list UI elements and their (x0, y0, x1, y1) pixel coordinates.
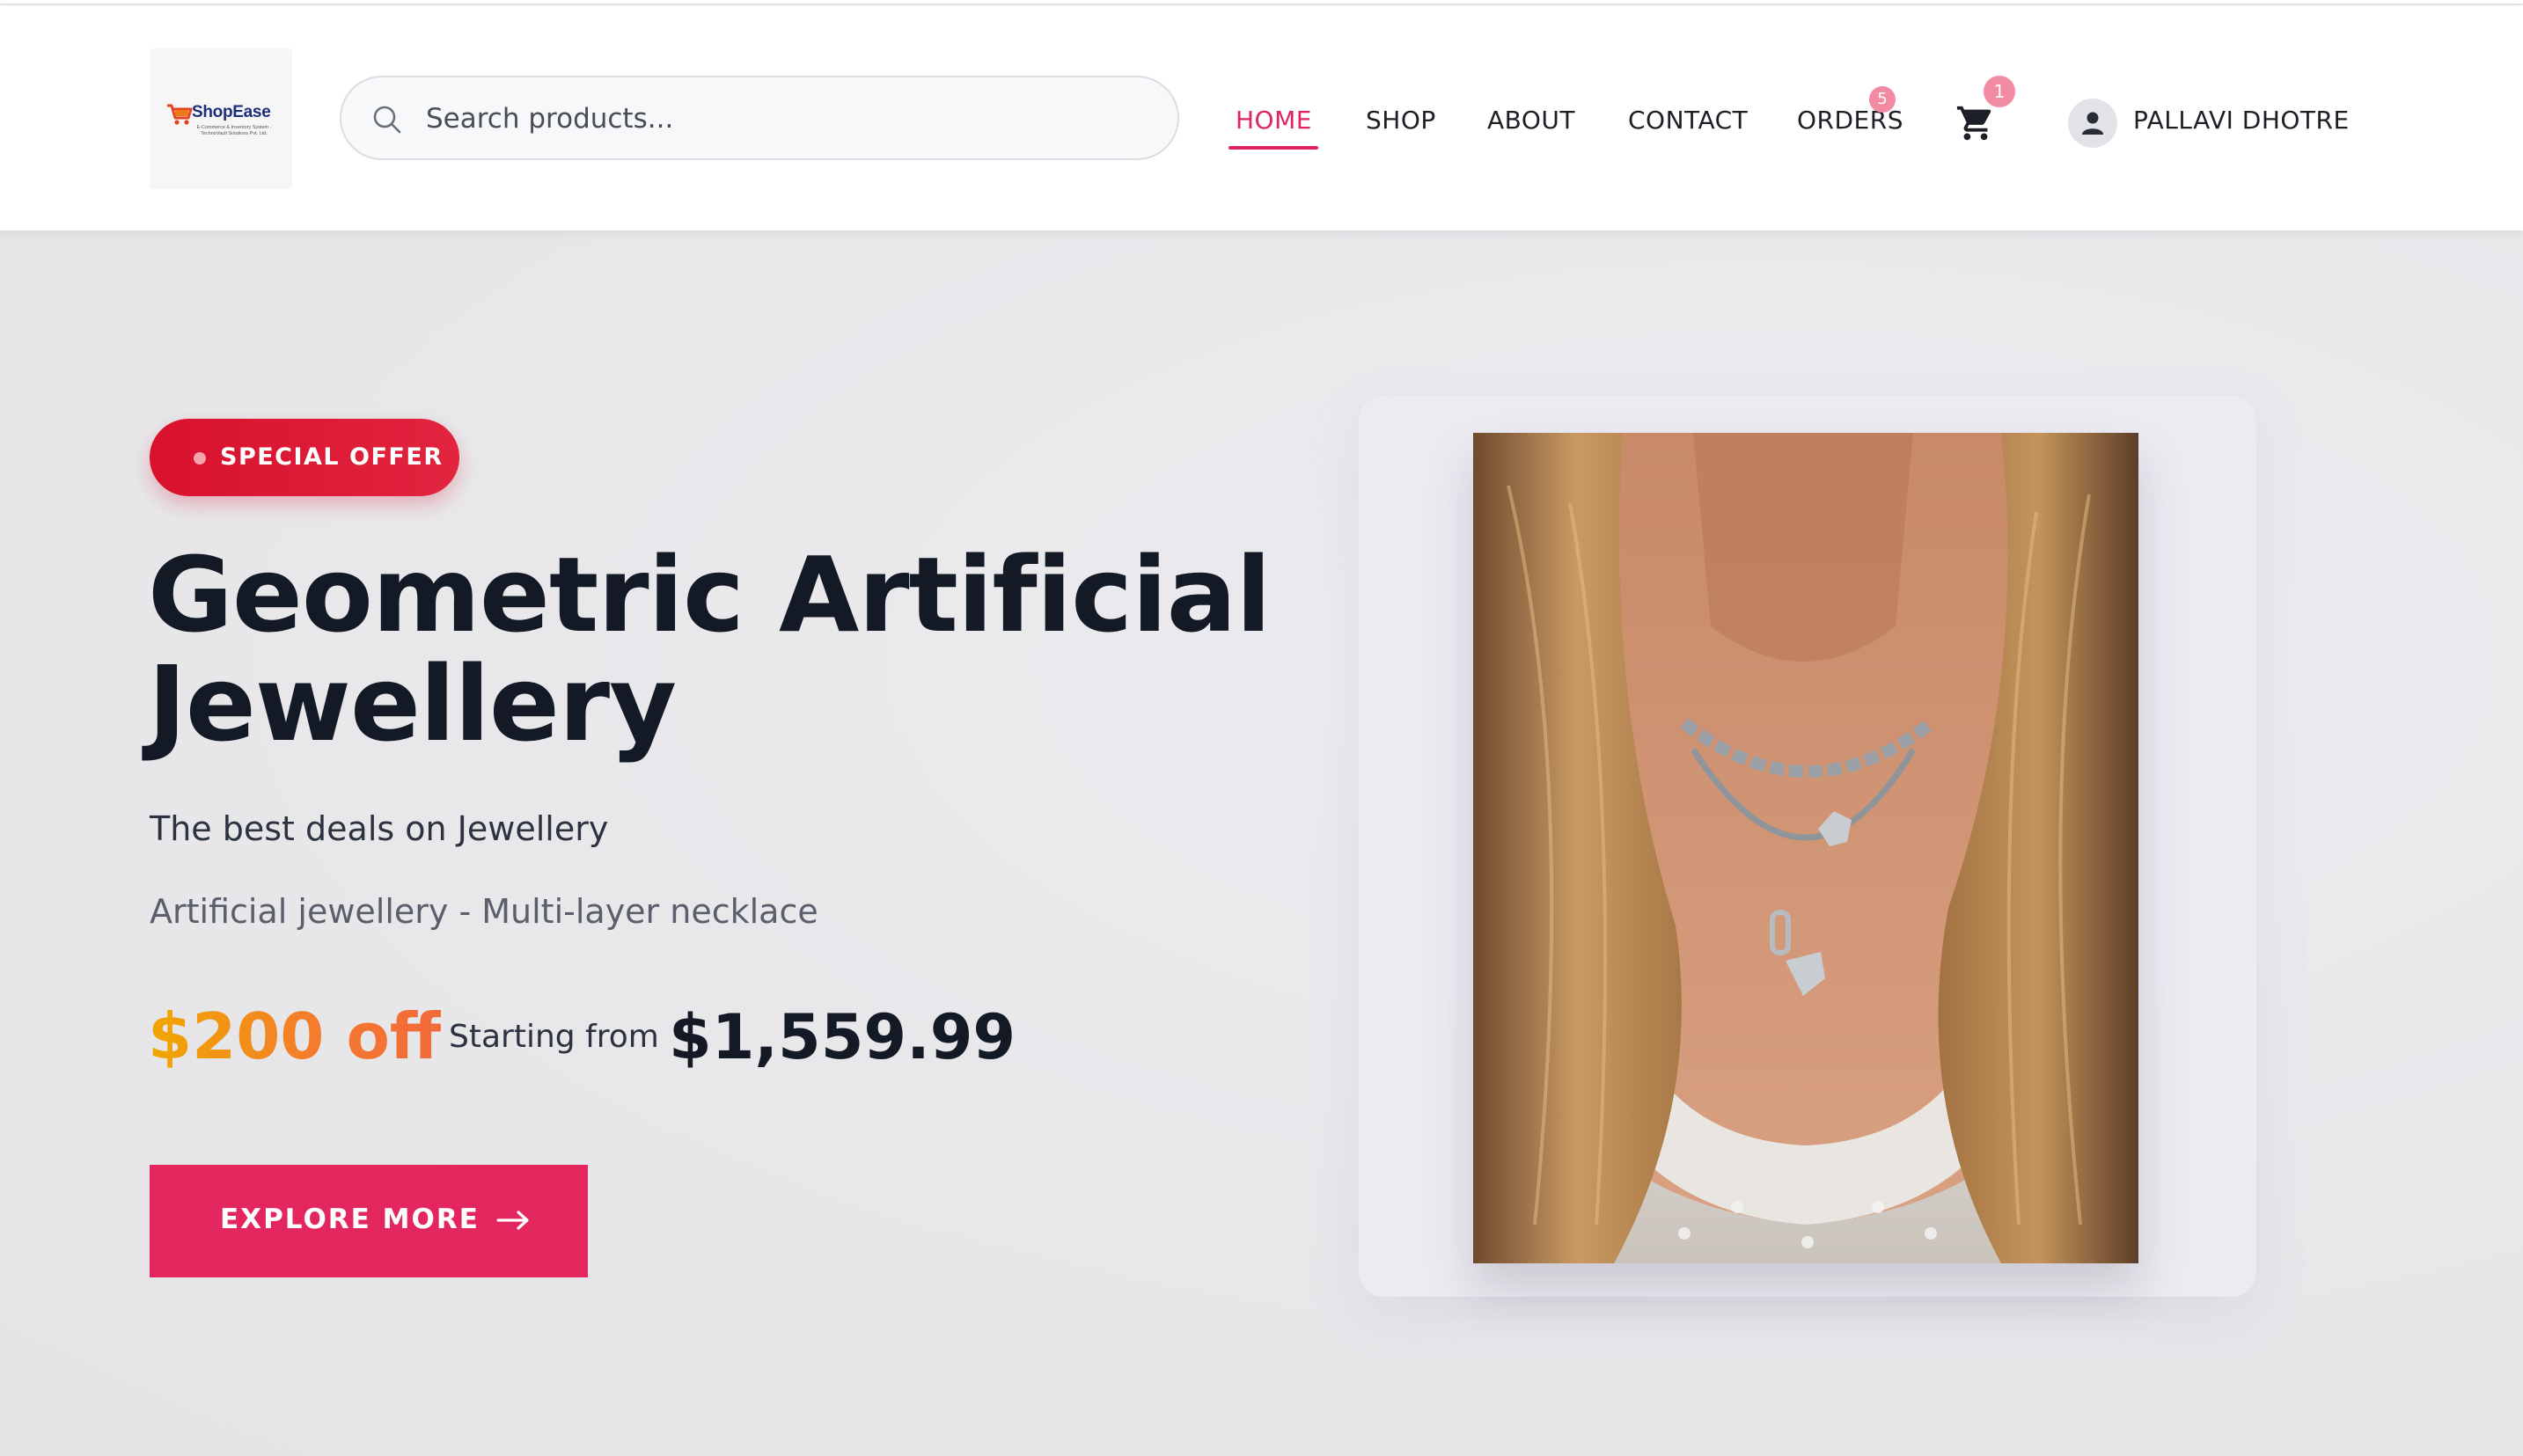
nav-shop[interactable]: SHOP (1366, 106, 1436, 135)
site-header: ShopEase E-Commerce & Inventory System ·… (0, 7, 2523, 230)
logo-cart-icon (167, 104, 193, 125)
cart-icon[interactable] (1955, 103, 1996, 143)
hero-subtitle: The best deals on Jewellery (150, 809, 609, 848)
discount-text: $200 off (148, 999, 442, 1073)
search-icon (373, 106, 401, 134)
arrow-right-icon (496, 1211, 529, 1230)
starting-from-label: Starting from (449, 1019, 659, 1055)
avatar[interactable] (2068, 99, 2117, 148)
logo-name: ShopEase (192, 103, 271, 121)
hero-description: Artificial jewellery - Multi-layer neckl… (150, 892, 818, 931)
special-offer-dot (194, 452, 206, 465)
explore-more-label: EXPLORE MORE (220, 1204, 480, 1235)
special-offer-badge: SPECIAL OFFER (150, 419, 459, 496)
cart-count-badge: 1 (1984, 76, 2015, 107)
logo-tagline: E-Commerce & Inventory System · TechnoVa… (196, 125, 272, 136)
hero-title: Geometric Artificial Jewellery (148, 534, 1272, 765)
user-name[interactable]: PALLAVI DHOTRE (2133, 106, 2350, 135)
search-bar (340, 76, 1179, 160)
necklace-photo-illustration (1473, 433, 2138, 1263)
hero-banner: SPECIAL OFFER Geometric Artificial Jewel… (0, 230, 2523, 1456)
user-icon (2082, 112, 2103, 135)
nav-home[interactable]: HOME (1236, 106, 1312, 135)
product-image[interactable] (1473, 433, 2138, 1263)
shop-logo[interactable]: ShopEase E-Commerce & Inventory System ·… (150, 48, 292, 189)
search-input[interactable] (426, 95, 1148, 143)
window-top-border (0, 0, 2523, 5)
nav-about[interactable]: ABOUT (1487, 106, 1575, 135)
price-text: $1,559.99 (669, 1001, 1016, 1073)
special-offer-label: SPECIAL OFFER (220, 443, 444, 471)
orders-count-badge: 5 (1869, 86, 1896, 113)
nav-contact[interactable]: CONTACT (1628, 106, 1748, 135)
explore-more-button[interactable]: EXPLORE MORE (150, 1165, 588, 1277)
nav-home-underline (1228, 146, 1318, 150)
